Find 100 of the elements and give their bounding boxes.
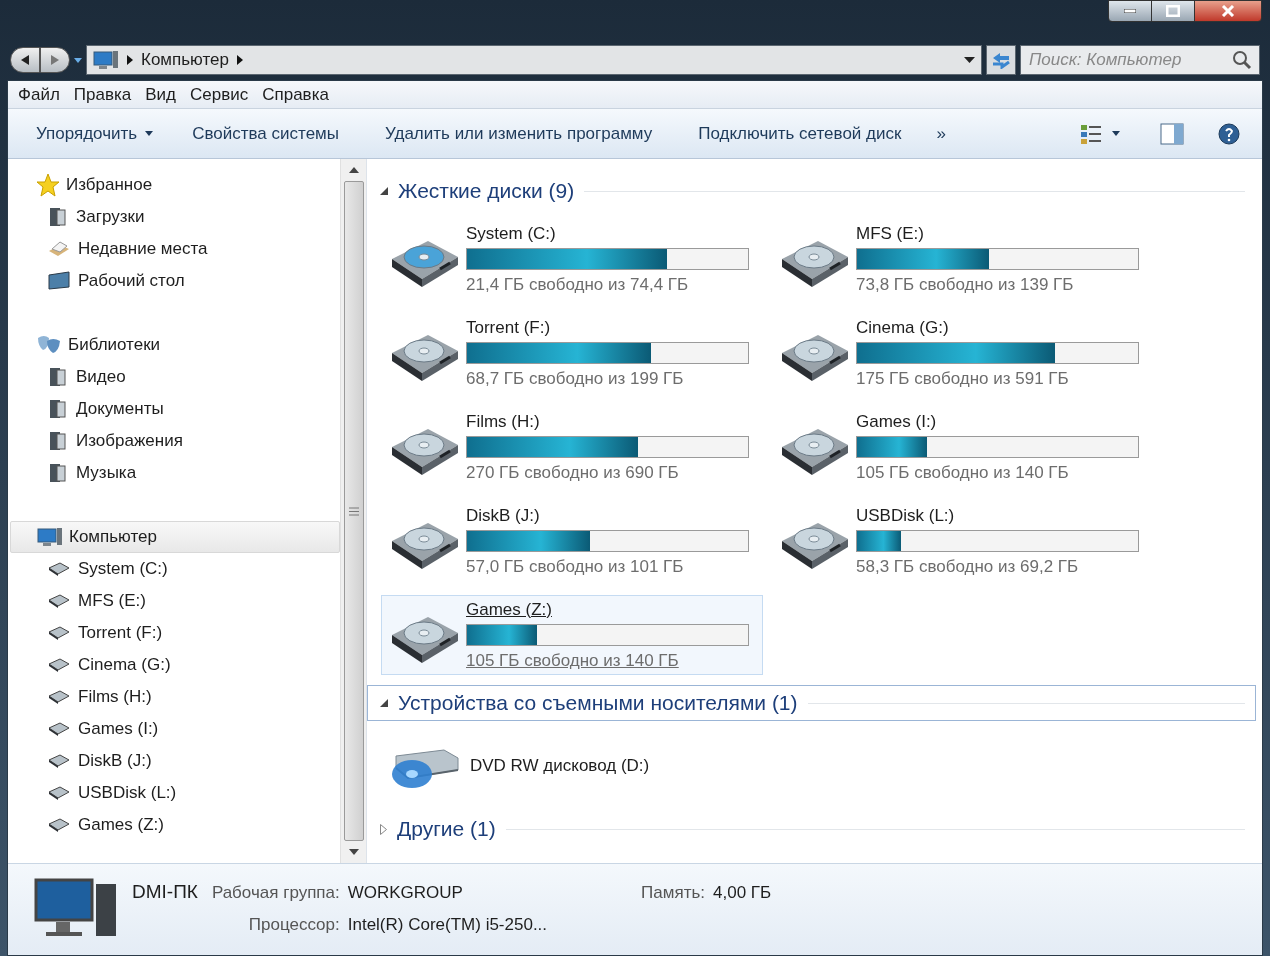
close-button[interactable] xyxy=(1194,0,1262,22)
detail-label: Память: xyxy=(640,882,705,904)
drive-name: MFS (E:) xyxy=(856,222,925,245)
toolbar-button[interactable]: Свойства системы xyxy=(169,116,362,151)
back-button[interactable] xyxy=(10,47,40,73)
nav-item-label: DiskB (J:) xyxy=(78,750,152,773)
free-space-text: 73,8 ГБ свободно из 139 ГБ xyxy=(856,274,1075,296)
scroll-up-icon xyxy=(348,167,359,173)
drive-tile[interactable]: MFS (E:) 73,8 ГБ свободно из 139 ГБ xyxy=(771,219,1153,299)
breadcrumb-arrow-icon xyxy=(127,55,133,65)
menu-item[interactable]: Правка xyxy=(73,81,132,108)
nav-item[interactable]: Недавние места xyxy=(10,233,340,265)
drive-tile[interactable]: Films (H:) 270 ГБ свободно из 690 ГБ xyxy=(381,407,763,487)
back-arrow-icon xyxy=(20,54,30,66)
nav-item-label: MFS (E:) xyxy=(78,590,146,613)
desktop-icon xyxy=(48,271,70,291)
nav-item[interactable]: Games (I:) xyxy=(10,713,340,745)
library-icon xyxy=(48,462,68,484)
computer-icon xyxy=(34,876,118,938)
drive-icon xyxy=(48,625,70,641)
nav-item[interactable]: MFS (E:) xyxy=(10,585,340,617)
group-header[interactable]: Жесткие диски (9) xyxy=(367,173,1256,209)
caret-icon xyxy=(1112,131,1120,136)
nav-item[interactable]: Документы xyxy=(10,393,340,425)
free-space-text: 175 ГБ свободно из 591 ГБ xyxy=(856,368,1070,390)
nav-item[interactable]: Games (Z:) xyxy=(10,809,340,841)
minimize-icon xyxy=(1124,9,1136,13)
address-bar[interactable]: Компьютер xyxy=(86,45,982,75)
forward-button[interactable] xyxy=(40,47,70,73)
refresh-button[interactable] xyxy=(986,45,1016,75)
maximize-button[interactable] xyxy=(1152,0,1194,22)
group-header[interactable]: Другие (1) xyxy=(367,811,1256,847)
breadcrumb-arrow-icon xyxy=(237,55,243,65)
nav-item[interactable]: Музыка xyxy=(10,457,340,489)
history-caret-icon xyxy=(74,57,82,63)
group-title: Другие (1) xyxy=(397,816,496,843)
breadcrumb[interactable]: Компьютер xyxy=(141,47,229,73)
nav-item[interactable]: Видео xyxy=(10,361,340,393)
menu-item[interactable]: Вид xyxy=(145,81,176,108)
drive-icon xyxy=(48,561,70,577)
search-icon xyxy=(1232,50,1252,70)
detail-value: 4,00 ГБ xyxy=(713,882,772,904)
nav-section-label: Библиотеки xyxy=(68,334,161,357)
minimize-button[interactable] xyxy=(1108,0,1152,22)
computer-icon xyxy=(37,526,63,548)
nav-item-label: Музыка xyxy=(76,462,137,485)
drive-tile[interactable]: Cinema (G:) 175 ГБ свободно из 591 ГБ xyxy=(771,313,1153,393)
drive-tile[interactable]: DVD RW дисковод (D:) xyxy=(381,731,763,801)
preview-pane-icon xyxy=(1160,122,1184,145)
organize-button[interactable]: Упорядочить xyxy=(20,116,170,151)
drive-name: System (C:) xyxy=(466,222,557,245)
nav-item-label: Games (I:) xyxy=(78,718,159,741)
library-icon xyxy=(48,206,68,228)
library-icon xyxy=(48,430,68,452)
search-field[interactable]: Поиск: Компьютер xyxy=(1020,45,1260,75)
computer-icon xyxy=(93,49,119,71)
drive-tile[interactable]: DiskB (J:) 57,0 ГБ свободно из 101 ГБ xyxy=(381,501,763,581)
free-space-text: 68,7 ГБ свободно из 199 ГБ xyxy=(466,368,685,390)
detail-value: WORKGROUP xyxy=(347,882,464,904)
drive-tile[interactable]: USBDisk (L:) 58,3 ГБ свободно из 69,2 ГБ xyxy=(771,501,1153,581)
nav-item-label: Films (H:) xyxy=(78,686,152,709)
toolbar-button[interactable]: Удалить или изменить программу xyxy=(362,116,676,151)
drive-name: USBDisk (L:) xyxy=(856,504,956,527)
menu-item[interactable]: Файл xyxy=(18,81,60,108)
nav-item[interactable]: Films (H:) xyxy=(10,681,340,713)
expanded-triangle-icon xyxy=(380,699,388,707)
drive-icon xyxy=(48,689,70,705)
nav-item[interactable]: System (C:) xyxy=(10,553,340,585)
group-header[interactable]: Устройства со съемными носителями (1) xyxy=(367,685,1256,721)
scrollbar[interactable] xyxy=(340,159,366,863)
nav-section-header[interactable]: Компьютер xyxy=(10,521,340,553)
library-icon xyxy=(48,366,68,388)
menu-item[interactable]: Сервис xyxy=(190,81,249,108)
drive-tile[interactable]: Games (I:) 105 ГБ свободно из 140 ГБ xyxy=(771,407,1153,487)
nav-item[interactable]: USBDisk (L:) xyxy=(10,777,340,809)
menu-item[interactable]: Справка xyxy=(262,81,329,108)
nav-item[interactable]: Torrent (F:) xyxy=(10,617,340,649)
more-button[interactable]: » xyxy=(924,116,958,151)
nav-item[interactable]: DiskB (J:) xyxy=(10,745,340,777)
nav-item-label: Загрузки xyxy=(76,206,145,229)
nav-item[interactable]: Рабочий стол xyxy=(10,265,340,297)
toolbar-button[interactable]: Подключить сетевой диск xyxy=(675,116,925,151)
group-title: Жесткие диски (9) xyxy=(398,178,575,205)
nav-item-label: USBDisk (L:) xyxy=(78,782,177,805)
scroll-thumb[interactable] xyxy=(343,181,364,841)
maximize-icon xyxy=(1166,5,1180,17)
recent-places-icon xyxy=(48,239,70,259)
drive-tile[interactable]: Torrent (F:) 68,7 ГБ свободно из 199 ГБ xyxy=(381,313,763,393)
nav-item-label: Cinema (G:) xyxy=(78,654,171,677)
nav-section-header[interactable]: Избранное xyxy=(10,169,340,201)
drive-tile[interactable]: System (C:) 21,4 ГБ свободно из 74,4 ГБ xyxy=(381,219,763,299)
drive-name: DVD RW дисковод (D:) xyxy=(470,755,650,778)
nav-item[interactable]: Cinema (G:) xyxy=(10,649,340,681)
expanded-triangle-icon xyxy=(380,187,388,195)
drive-tile[interactable]: Games (Z:) 105 ГБ свободно из 140 ГБ xyxy=(381,595,763,675)
nav-item[interactable]: Изображения xyxy=(10,425,340,457)
nav-item[interactable]: Загрузки xyxy=(10,201,340,233)
nav-section-header[interactable]: Библиотеки xyxy=(10,329,340,361)
details-view-icon xyxy=(1080,123,1102,144)
free-space-text: 105 ГБ свободно из 140 ГБ xyxy=(466,650,680,672)
